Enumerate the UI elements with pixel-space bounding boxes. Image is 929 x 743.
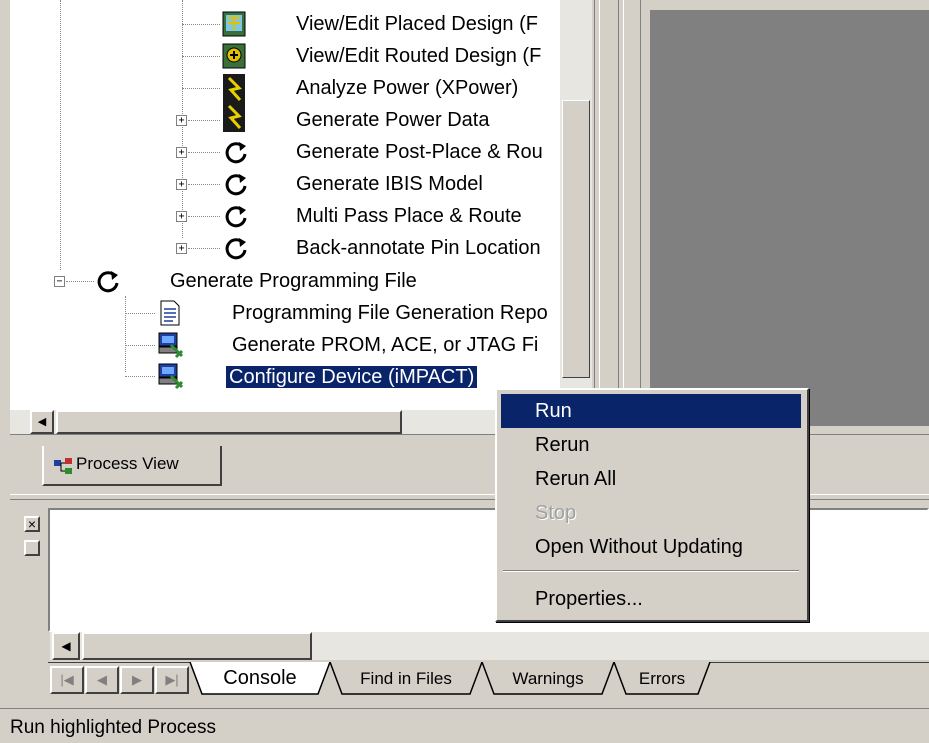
scroll-left-button[interactable]: ◀ — [30, 410, 54, 434]
menu-item-stop: Stop — [535, 502, 577, 524]
tree-item[interactable]: Analyze Power (XPower) — [296, 74, 518, 102]
tab-console[interactable]: Console — [202, 664, 318, 692]
expand-toggle[interactable]: + — [176, 211, 187, 222]
tab-process-view-label: Process View — [76, 454, 179, 473]
tab-find-in-files[interactable]: Find in Files — [342, 665, 470, 693]
expand-toggle[interactable]: + — [176, 147, 187, 158]
splitter[interactable] — [618, 0, 624, 430]
menu-item-properties[interactable]: Properties... — [501, 582, 801, 616]
menu-separator — [503, 570, 799, 572]
tab-nav-last[interactable]: ▶| — [155, 666, 189, 694]
tab-nav-next[interactable]: ▶ — [120, 666, 154, 694]
process-icon — [225, 142, 247, 164]
splitter[interactable] — [594, 0, 600, 430]
dock-arrow-icon[interactable] — [24, 540, 40, 556]
tree-item[interactable]: Generate Post-Place & Rou — [296, 138, 543, 166]
placed-design-icon — [222, 11, 246, 37]
tool-icon — [158, 363, 184, 390]
tab-process-view[interactable]: Process View — [42, 446, 222, 486]
splitter[interactable] — [640, 0, 650, 430]
tab-warnings[interactable]: Warnings — [494, 665, 602, 693]
tree-item[interactable]: Generate Programming File — [170, 267, 417, 295]
tree-vertical-scroll-thumb[interactable] — [562, 100, 590, 378]
tool-icon — [158, 332, 184, 359]
tree-item-selected[interactable]: Configure Device (iMPACT) — [226, 363, 478, 391]
tree-item[interactable]: View/Edit Placed Design (F — [296, 10, 538, 38]
tree-item[interactable]: Programming File Generation Repo — [232, 299, 548, 327]
tree-item[interactable]: Generate IBIS Model — [296, 170, 483, 198]
tree-item[interactable]: Generate PROM, ACE, or JTAG Fi — [232, 331, 538, 359]
menu-item-run[interactable]: Run — [501, 394, 801, 428]
status-text: Run highlighted Process — [10, 717, 216, 738]
process-icon — [225, 174, 247, 196]
process-icon — [225, 238, 247, 260]
scroll-left-button[interactable]: ◀ — [52, 632, 80, 660]
tab-nav-prev[interactable]: ◀ — [85, 666, 119, 694]
context-menu: Run Rerun Rerun All Stop Open Without Up… — [495, 388, 809, 622]
xpower-icon — [223, 74, 245, 132]
expand-toggle[interactable]: + — [176, 179, 187, 190]
expand-toggle[interactable]: + — [176, 115, 187, 126]
report-icon — [160, 300, 180, 326]
tree-horizontal-scroll-thumb[interactable] — [56, 410, 402, 434]
tree-item[interactable]: View/Edit Routed Design (F — [296, 42, 541, 70]
process-icon — [97, 271, 119, 293]
pane-top-edge — [650, 0, 929, 10]
console-horizontal-scroll-thumb[interactable] — [82, 632, 312, 660]
menu-item-rerun-all[interactable]: Rerun All — [501, 462, 801, 496]
menu-item-open-without-updating[interactable]: Open Without Updating — [501, 530, 801, 564]
tree-item[interactable]: Back-annotate Pin Location — [296, 234, 541, 262]
tab-nav-first[interactable]: |◀ — [50, 666, 84, 694]
collapse-toggle[interactable]: − — [54, 276, 65, 287]
process-tree[interactable]: + + + + + − View/Edit Placed Design (F V… — [10, 0, 560, 410]
tree-item[interactable]: Generate Power Data — [296, 106, 489, 134]
routed-design-icon — [222, 43, 246, 69]
tree-item[interactable]: Multi Pass Place & Route — [296, 202, 522, 230]
expand-toggle[interactable]: + — [176, 243, 187, 254]
process-icon — [225, 206, 247, 228]
close-icon[interactable]: × — [24, 516, 40, 532]
tab-errors[interactable]: Errors — [626, 665, 698, 693]
process-view-icon — [54, 458, 72, 474]
tree-item-label: Configure Device (iMPACT) — [226, 366, 478, 388]
menu-item-rerun[interactable]: Rerun — [501, 428, 801, 462]
editor-pane — [650, 10, 929, 426]
status-bar: Run highlighted Process — [0, 708, 929, 743]
